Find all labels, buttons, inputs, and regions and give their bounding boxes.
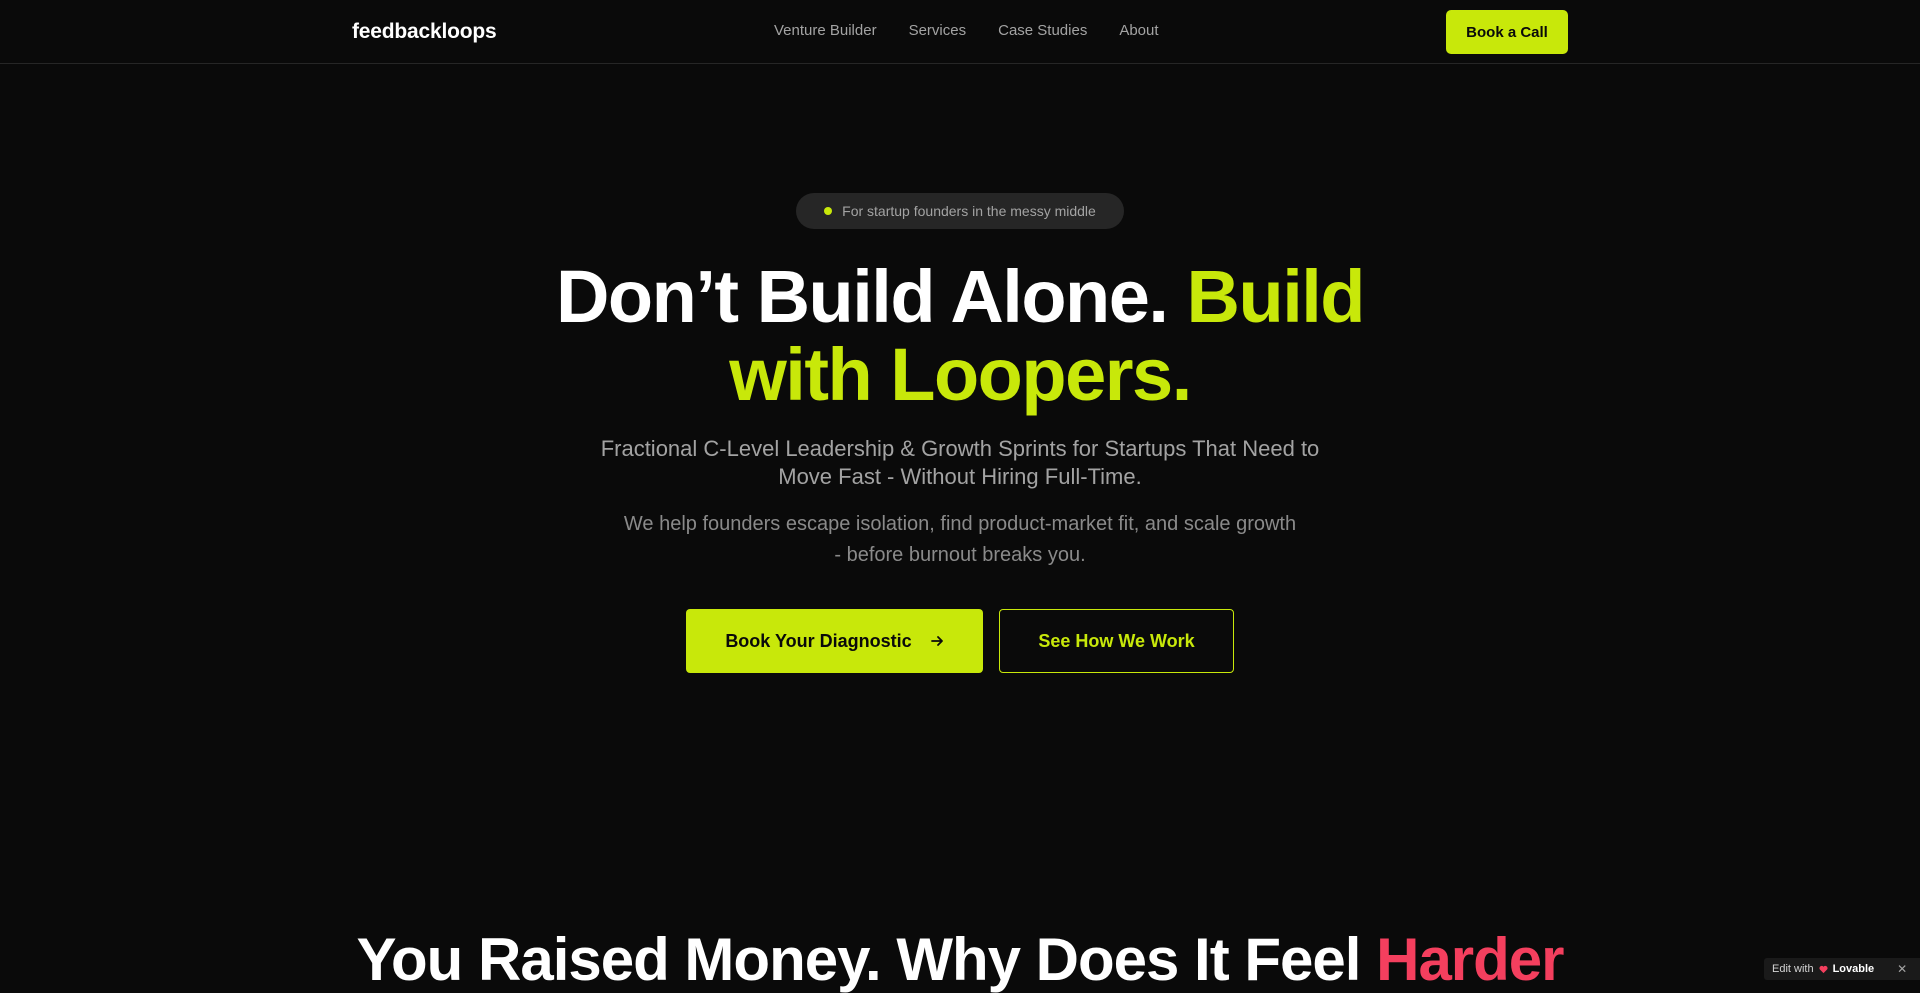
nav-link-venture-builder[interactable]: Venture Builder bbox=[774, 22, 877, 39]
nav-link-about[interactable]: About bbox=[1119, 22, 1158, 39]
badge-brand: Lovable bbox=[1832, 963, 1875, 975]
hero-headline-line-1: Don’t Build Alone. Build bbox=[0, 258, 1920, 336]
arrow-right-icon bbox=[930, 636, 943, 646]
hero-headline-accent-1: Build bbox=[1186, 255, 1366, 338]
status-dot-icon bbox=[824, 207, 833, 215]
landing-page: feedbackloops Venture Builder Services C… bbox=[0, 0, 1920, 993]
badge-prefix: Edit with bbox=[1772, 963, 1814, 975]
audience-pill: For startup founders in the messy middle bbox=[796, 193, 1124, 229]
hero-description: We help founders escape isolation, find … bbox=[623, 513, 1297, 566]
nav-link-services[interactable]: Services bbox=[909, 22, 967, 39]
nav-link-case-studies[interactable]: Case Studies bbox=[998, 22, 1087, 39]
problem-title-white: You Raised Money. Why Does It Feel bbox=[356, 926, 1361, 993]
main-nav: Venture Builder Services Case Studies Ab… bbox=[774, 22, 1159, 39]
book-diagnostic-label: Book Your Diagnostic bbox=[725, 630, 912, 651]
lovable-heart-icon bbox=[1819, 965, 1828, 973]
hero-headline: Don’t Build Alone. Build with Loopers. bbox=[0, 258, 1920, 414]
hero-subtitle: Fractional C-Level Leadership & Growth S… bbox=[600, 436, 1320, 489]
problem-section-title: You Raised Money. Why Does It Feel Harde… bbox=[0, 925, 1920, 993]
pill-label: For startup founders in the messy middle bbox=[842, 203, 1096, 219]
hero-headline-white: Don’t Build Alone. bbox=[555, 255, 1169, 338]
see-how-we-work-button[interactable]: See How We Work bbox=[999, 609, 1234, 673]
edit-with-lovable-badge[interactable]: Edit with Lovable ✕ bbox=[1764, 958, 1920, 980]
problem-title-accent: Harder bbox=[1376, 926, 1564, 993]
close-icon[interactable]: ✕ bbox=[1897, 962, 1907, 976]
book-diagnostic-button[interactable]: Book Your Diagnostic bbox=[686, 609, 983, 673]
hero-headline-accent-2: with Loopers. bbox=[729, 333, 1192, 416]
top-navbar: feedbackloops Venture Builder Services C… bbox=[0, 0, 1920, 64]
brand-logo[interactable]: feedbackloops bbox=[352, 20, 497, 44]
book-a-call-button[interactable]: Book a Call bbox=[1446, 10, 1568, 54]
